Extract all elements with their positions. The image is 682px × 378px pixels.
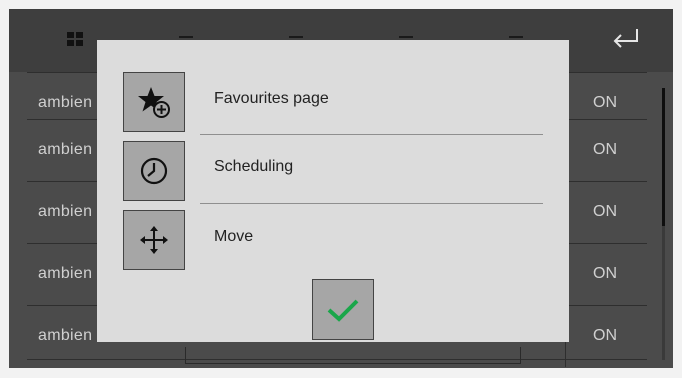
device-state[interactable]: ON: [593, 119, 617, 181]
favourites-button[interactable]: [123, 72, 185, 132]
device-state[interactable]: ON: [593, 181, 617, 243]
tab-indicator[interactable]: [399, 36, 413, 38]
device-name: ambien: [38, 141, 93, 158]
move-button[interactable]: [123, 210, 185, 270]
favourites-label[interactable]: Favourites page: [214, 90, 329, 108]
clock-icon: [140, 157, 168, 185]
device-state[interactable]: ON: [593, 305, 617, 367]
scheduling-button[interactable]: [123, 141, 185, 201]
move-label[interactable]: Move: [214, 228, 253, 246]
back-arrow-icon[interactable]: [611, 26, 641, 52]
grid-icon[interactable]: [67, 32, 83, 46]
options-dialog: Favourites page Scheduling Move: [97, 40, 569, 342]
scheduling-label[interactable]: Scheduling: [214, 158, 293, 176]
confirm-button[interactable]: [312, 279, 374, 340]
checkmark-icon: [327, 299, 359, 322]
device-name: ambien: [38, 327, 93, 344]
tab-indicator[interactable]: [289, 36, 303, 38]
device-name: ambien: [38, 265, 93, 282]
option-separator: [200, 134, 543, 135]
scrollbar-thumb[interactable]: [662, 88, 665, 226]
move-arrows-icon: [140, 226, 168, 254]
hidden-row-controls: [185, 347, 521, 364]
tab-indicator[interactable]: [509, 36, 523, 38]
star-add-icon: [138, 87, 170, 118]
option-separator: [200, 203, 543, 204]
device-name: ambien: [38, 203, 93, 220]
tab-indicator[interactable]: [179, 36, 193, 38]
device-state[interactable]: ON: [593, 243, 617, 305]
